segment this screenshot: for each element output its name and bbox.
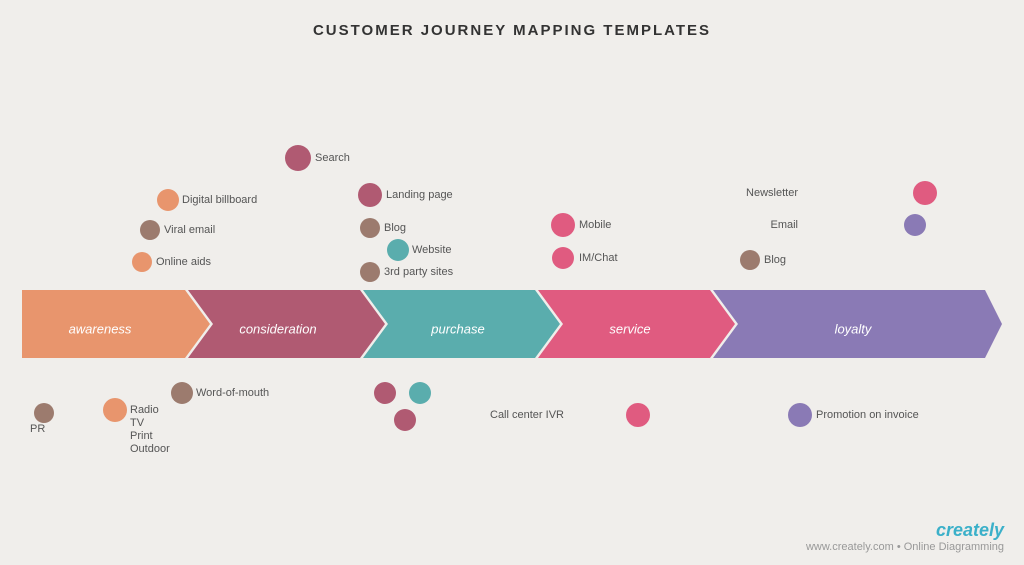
landing-page-dot — [358, 183, 382, 207]
word-of-mouth-dot — [171, 382, 193, 404]
mobile-dot — [551, 213, 575, 237]
awareness-label: awareness — [69, 321, 132, 336]
below-dot-1 — [374, 382, 396, 404]
online-aids-label: Online aids — [156, 256, 212, 268]
viral-email-label: Viral email — [164, 224, 215, 236]
pr-label: PR — [30, 423, 45, 435]
viral-email-dot — [140, 220, 160, 240]
word-of-mouth-label: Word-of-mouth — [196, 387, 269, 399]
blog-above-dot — [360, 218, 380, 238]
blog-above-label: Blog — [384, 222, 406, 234]
creately-logo: creately www.creately.com • Online Diagr… — [806, 520, 1004, 553]
digital-billboard-label: Digital billboard — [182, 194, 257, 206]
radio-tv-dot — [103, 398, 127, 422]
3rd-party-label: 3rd party sites — [384, 266, 454, 278]
landing-page-label: Landing page — [386, 189, 453, 201]
radio-tv-label: Radio TV Print Outdoor — [130, 404, 170, 455]
email-dot — [904, 214, 926, 236]
blog-loyalty-dot — [740, 250, 760, 270]
purchase-label: purchase — [430, 321, 484, 336]
newsletter-label: Newsletter — [746, 187, 798, 199]
service-label: service — [609, 321, 650, 336]
promotion-label: Promotion on invoice — [816, 409, 919, 421]
promotion-dot — [788, 403, 812, 427]
3rd-party-dot — [360, 262, 380, 282]
im-chat-label: IM/Chat — [579, 252, 618, 264]
website-label: Website — [412, 244, 452, 256]
consideration-label: consideration — [239, 321, 316, 336]
call-center-dot — [626, 403, 650, 427]
below-dot-2 — [409, 382, 431, 404]
website-dot — [387, 239, 409, 261]
newsletter-dot — [913, 181, 937, 205]
creately-brand: creately — [936, 520, 1004, 540]
email-label: Email — [770, 219, 798, 231]
im-chat-dot — [552, 247, 574, 269]
below-dot-3 — [394, 409, 416, 431]
diagram-svg: awareness consideration purchase service… — [0, 0, 1024, 565]
loyalty-label: loyalty — [835, 321, 873, 336]
mobile-label: Mobile — [579, 219, 611, 231]
creately-tagline: www.creately.com • Online Diagramming — [806, 541, 1004, 553]
call-center-label: Call center IVR — [490, 409, 564, 421]
search-dot — [285, 145, 311, 171]
page-container: CUSTOMER JOURNEY MAPPING TEMPLATES aware… — [0, 0, 1024, 565]
blog-loyalty-label: Blog — [764, 254, 786, 266]
digital-billboard-dot — [157, 189, 179, 211]
online-aids-dot — [132, 252, 152, 272]
pr-dot — [34, 403, 54, 423]
search-label: Search — [315, 152, 350, 164]
